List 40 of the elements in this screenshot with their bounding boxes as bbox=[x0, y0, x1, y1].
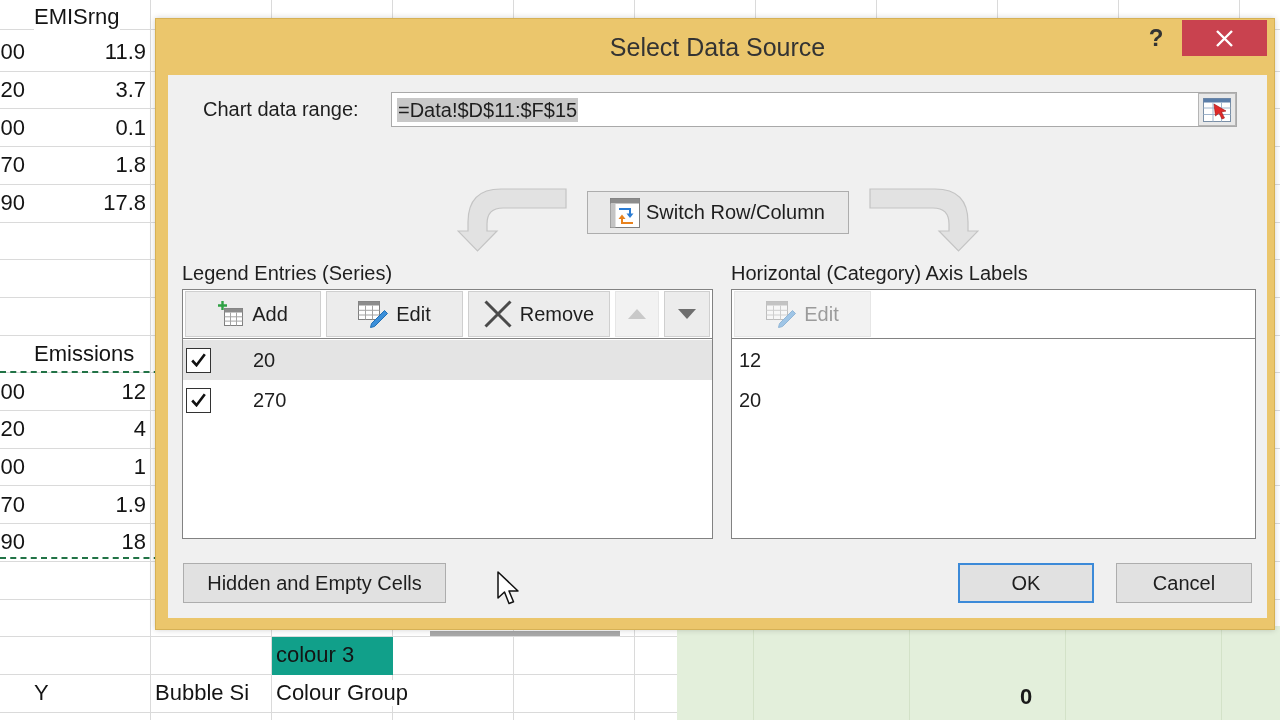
item-label: 12 bbox=[739, 348, 762, 372]
cross-icon bbox=[483, 300, 512, 328]
remove-button[interactable]: Remove bbox=[468, 291, 610, 337]
table-swap-icon bbox=[610, 197, 640, 228]
triangle-up-icon bbox=[628, 309, 646, 319]
hidden-empty-cells-button[interactable]: Hidden and Empty Cells bbox=[183, 563, 446, 603]
curved-arrow-icon bbox=[868, 188, 979, 252]
dialog-title: Select Data Source bbox=[609, 32, 826, 62]
item-label: 20 bbox=[253, 348, 276, 372]
triangle-down-icon bbox=[678, 309, 696, 319]
edit-button[interactable]: Edit bbox=[326, 291, 463, 337]
curved-arrow-icon bbox=[456, 188, 567, 252]
range-input[interactable]: =Data!$D$11:$F$15 bbox=[391, 92, 1237, 127]
table-plus-icon bbox=[218, 301, 245, 327]
cell-text: colour 3 bbox=[276, 642, 355, 669]
item-label: 20 bbox=[739, 388, 762, 412]
help-button[interactable]: ? bbox=[1141, 20, 1171, 56]
cell-text: Colour Group bbox=[276, 680, 409, 707]
move-down-button[interactable] bbox=[664, 291, 710, 337]
mouse-pointer-icon bbox=[497, 571, 521, 605]
table-pencil-icon bbox=[766, 300, 797, 328]
checkbox[interactable] bbox=[186, 387, 211, 413]
checkbox[interactable] bbox=[186, 347, 211, 373]
panel-label: Horizontal (Category) Axis Labels bbox=[731, 262, 1028, 284]
add-button[interactable]: Add bbox=[185, 291, 321, 337]
close-button[interactable] bbox=[1182, 20, 1267, 56]
table-pencil-icon bbox=[358, 300, 389, 328]
default-button[interactable]: OK bbox=[958, 563, 1094, 603]
dialog-button[interactable]: Cancel bbox=[1116, 563, 1252, 603]
checkmark-icon bbox=[191, 353, 206, 367]
list-item[interactable]: 20 bbox=[183, 340, 712, 380]
item-label: 270 bbox=[253, 388, 287, 412]
switch-row-column-button[interactable]: Switch Row/Column bbox=[586, 191, 849, 234]
range-picker-button[interactable] bbox=[1198, 93, 1236, 126]
close-icon bbox=[1216, 29, 1233, 47]
field-label: Chart data range: bbox=[203, 98, 360, 121]
panel-label: Legend Entries (Series) bbox=[182, 262, 393, 284]
range-value: =Data!$D$11:$F$15 bbox=[397, 97, 579, 122]
axis-label: 0 bbox=[1020, 684, 1033, 709]
checkmark-icon bbox=[191, 393, 206, 407]
